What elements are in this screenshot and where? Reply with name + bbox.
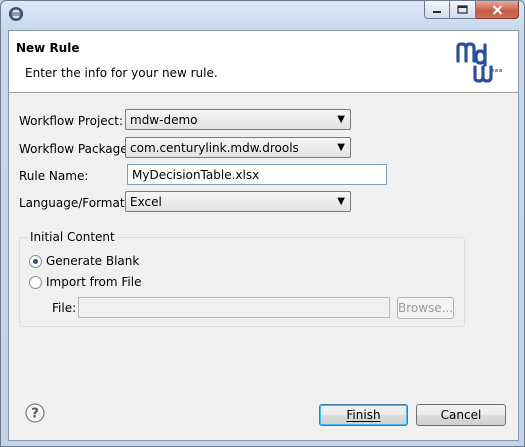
file-label: File: [52,301,77,315]
generate-blank-label[interactable]: Generate Blank [46,254,139,268]
import-from-file-radio[interactable] [29,276,42,289]
dropdown-arrow-icon: ▼ [337,114,345,125]
workflow-package-value: com.centurylink.mdw.drools [130,141,299,155]
dropdown-arrow-icon: ▼ [337,142,345,153]
initial-content-title: Initial Content [28,230,117,244]
title-bar[interactable] [1,1,524,29]
import-from-file-label[interactable]: Import from File [46,275,141,289]
browse-button[interactable]: Browse... [397,297,454,319]
page-title: New Rule [16,41,80,55]
mdw-logo [456,42,502,83]
workflow-package-label: Workflow Package: [19,142,132,156]
svg-text:?: ? [31,407,39,422]
minimize-icon [433,10,441,13]
page-description: Enter the info for your new rule. [25,66,218,80]
rule-name-input[interactable]: MyDecisionTable.xlsx [127,164,387,185]
dropdown-arrow-icon: ▼ [337,196,345,207]
minimize-button[interactable] [424,1,450,19]
language-format-label: Language/Format: [19,196,129,210]
close-icon [492,4,502,15]
workflow-project-value: mdw-demo [130,113,198,127]
dialog-client-area: New Rule Enter the info for your new rul… [8,30,519,441]
workflow-project-combo[interactable]: mdw-demo ▼ [125,109,351,130]
finish-label: Finish [346,408,381,422]
file-path-input[interactable] [78,297,390,318]
workflow-package-combo[interactable]: com.centurylink.mdw.drools ▼ [125,137,351,158]
rule-name-label: Rule Name: [19,169,89,183]
language-format-combo[interactable]: Excel ▼ [125,191,351,212]
maximize-button[interactable] [450,1,476,19]
rule-name-value: MyDecisionTable.xlsx [132,168,260,182]
cancel-button[interactable]: Cancel [416,404,506,426]
workflow-project-label: Workflow Project: [19,114,124,128]
eclipse-app-icon [9,7,23,21]
language-format-value: Excel [130,195,162,209]
close-button[interactable] [476,1,519,19]
help-icon[interactable]: ? [25,403,45,423]
generate-blank-radio[interactable] [29,255,42,268]
initial-content-group: Initial Content Generate Blank Import fr… [19,230,465,327]
wizard-header: New Rule Enter the info for your new rul… [9,31,518,93]
finish-button[interactable]: Finish [319,404,408,426]
maximize-icon [457,5,468,14]
dialog-window: New Rule Enter the info for your new rul… [0,0,525,447]
